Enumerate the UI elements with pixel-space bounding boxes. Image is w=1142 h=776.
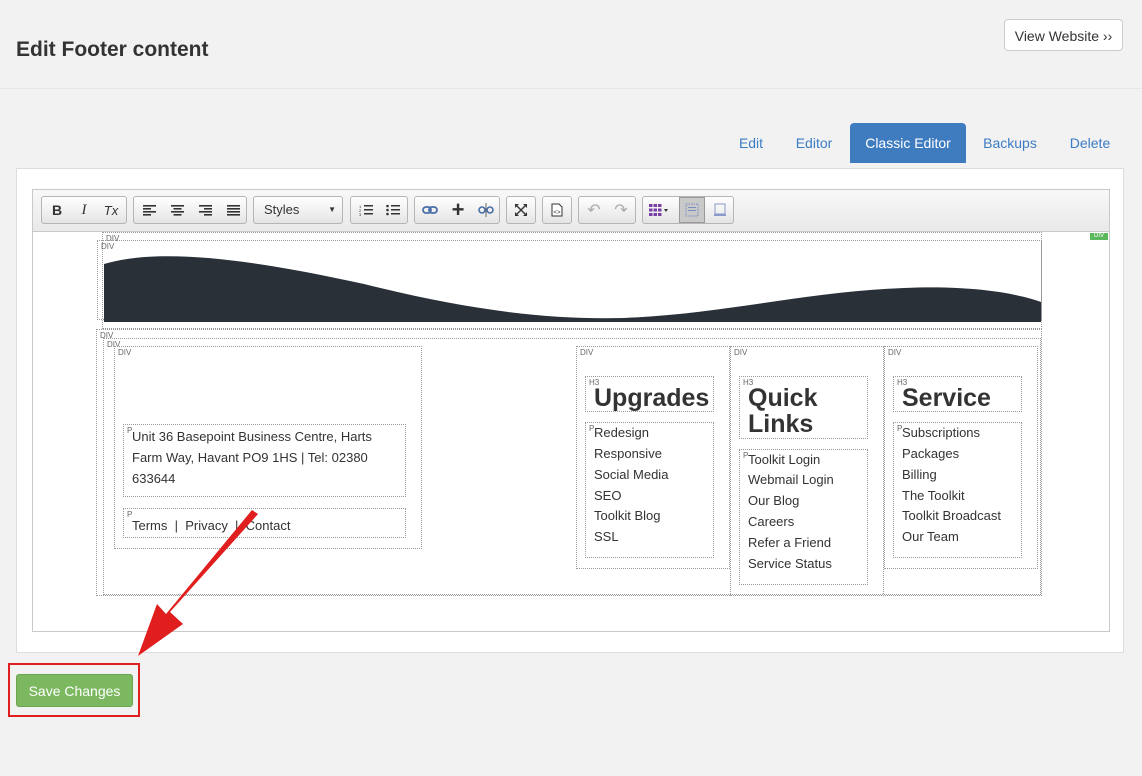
tab-editor[interactable]: Editor bbox=[784, 123, 844, 163]
tab-backups[interactable]: Backups bbox=[974, 123, 1046, 163]
list-item[interactable]: Packages bbox=[902, 444, 959, 464]
styles-dropdown[interactable]: Styles ▼ bbox=[253, 196, 343, 224]
format-group: B I Tx bbox=[41, 196, 127, 224]
list-item[interactable]: Social Media bbox=[594, 465, 668, 485]
quick-links-heading-line-1: Quick bbox=[748, 384, 818, 412]
maximize-group bbox=[506, 196, 536, 224]
list-item[interactable]: Toolkit Login bbox=[748, 450, 820, 470]
view-group bbox=[642, 196, 734, 224]
list-item[interactable]: Subscriptions bbox=[902, 423, 980, 443]
numbered-list-icon[interactable]: 123 bbox=[355, 200, 377, 220]
service-links: P Subscriptions Packages Billing The Too… bbox=[893, 422, 1022, 558]
list-item[interactable]: Billing bbox=[902, 465, 937, 485]
list-item[interactable]: Webmail Login bbox=[748, 470, 834, 490]
link-group: + bbox=[414, 196, 500, 224]
quick-links-heading-line-2: Links bbox=[748, 410, 814, 438]
list-item[interactable]: Responsive bbox=[594, 444, 662, 464]
styles-label: Styles bbox=[264, 202, 300, 217]
address-line-2: Farm Way, Havant PO9 1HS | Tel: 02380 bbox=[132, 450, 368, 465]
list-item[interactable]: Our Team bbox=[902, 527, 959, 547]
list-item[interactable]: Redesign bbox=[594, 423, 649, 443]
upgrades-links: P Redesign Responsive Social Media SEO T… bbox=[585, 422, 714, 558]
quick-links-heading-block: H3 Quick Links bbox=[739, 376, 868, 439]
remove-format-icon[interactable]: Tx bbox=[100, 200, 122, 220]
view-website-button[interactable]: View Website ›› bbox=[1004, 19, 1123, 51]
source-group: <> bbox=[542, 196, 572, 224]
list-item[interactable]: Refer a Friend bbox=[748, 533, 831, 553]
svg-text:<>: <> bbox=[554, 210, 562, 216]
editor-toolbar: B I Tx Styles ▼ 123 + <> ↶ ↷ bbox=[33, 190, 1109, 232]
list-item[interactable]: Careers bbox=[748, 512, 794, 532]
show-blocks-icon[interactable] bbox=[679, 197, 705, 223]
align-justify-icon[interactable] bbox=[222, 200, 244, 220]
block-tag: DIV bbox=[101, 242, 115, 251]
upgrades-heading: Upgrades bbox=[594, 384, 710, 412]
bulleted-list-icon[interactable] bbox=[382, 200, 404, 220]
upgrades-heading-block: H3 Upgrades bbox=[585, 376, 714, 412]
anchor-icon[interactable]: + bbox=[447, 197, 469, 222]
page-title: Edit Footer content bbox=[16, 38, 209, 61]
list-item[interactable]: Our Blog bbox=[748, 491, 799, 511]
unlink-icon[interactable] bbox=[475, 200, 497, 220]
list-item[interactable]: SSL bbox=[594, 527, 619, 547]
align-center-icon[interactable] bbox=[166, 200, 188, 220]
address-paragraph: P Unit 36 Basepoint Business Centre, Har… bbox=[123, 424, 406, 497]
quick-links-links: P Toolkit Login Webmail Login Our Blog C… bbox=[739, 449, 868, 585]
tab-edit[interactable]: Edit bbox=[727, 123, 775, 163]
tab-delete[interactable]: Delete bbox=[1060, 123, 1120, 163]
list-item[interactable]: The Toolkit bbox=[902, 486, 965, 506]
block-tag: DIV bbox=[580, 348, 594, 357]
bold-icon[interactable]: B bbox=[46, 200, 68, 220]
address-line-3: 633644 bbox=[132, 471, 176, 486]
block-tag: DIV bbox=[888, 348, 902, 357]
table-icon[interactable] bbox=[647, 200, 673, 220]
save-changes-button[interactable]: Save Changes bbox=[16, 674, 133, 707]
editor-content[interactable]: DIV DIV DIV DIV DIV DIV P Unit 36 Basepo… bbox=[33, 232, 1109, 631]
div-badge: DIV bbox=[1090, 233, 1108, 240]
list-item[interactable]: Toolkit Blog bbox=[594, 506, 660, 526]
service-heading-block: H3 Service bbox=[893, 376, 1022, 412]
alignment-group bbox=[133, 196, 247, 224]
block-tag: DIV bbox=[734, 348, 748, 357]
rich-text-editor[interactable]: B I Tx Styles ▼ 123 + <> ↶ ↷ DIV DIV DIV… bbox=[32, 189, 1110, 632]
list-item[interactable]: Service Status bbox=[748, 554, 832, 574]
svg-text:3: 3 bbox=[359, 212, 362, 216]
link-icon[interactable] bbox=[419, 200, 441, 220]
list-item[interactable]: SEO bbox=[594, 486, 621, 506]
preview-icon[interactable] bbox=[709, 200, 731, 220]
chevron-down-icon: ▼ bbox=[328, 205, 336, 214]
redo-icon[interactable]: ↷ bbox=[610, 200, 632, 220]
history-group: ↶ ↷ bbox=[578, 196, 636, 224]
align-right-icon[interactable] bbox=[194, 200, 216, 220]
service-heading: Service bbox=[902, 384, 991, 412]
page-header: Edit Footer content View Website ›› bbox=[0, 0, 1142, 89]
undo-icon[interactable]: ↶ bbox=[583, 200, 605, 220]
tab-classic-editor[interactable]: Classic Editor bbox=[850, 123, 966, 163]
address-line-1: Unit 36 Basepoint Business Centre, Harts bbox=[132, 429, 372, 444]
list-group: 123 bbox=[350, 196, 408, 224]
source-icon[interactable]: <> bbox=[546, 200, 568, 220]
italic-icon[interactable]: I bbox=[73, 200, 95, 220]
wave-graphic bbox=[104, 256, 1041, 322]
align-left-icon[interactable] bbox=[138, 200, 160, 220]
block-tag: DIV bbox=[118, 348, 132, 357]
legal-paragraph: P Terms | Privacy | Contact bbox=[123, 508, 406, 538]
maximize-icon[interactable] bbox=[510, 200, 532, 220]
list-item[interactable]: Toolkit Broadcast bbox=[902, 506, 1001, 526]
legal-links[interactable]: Terms | Privacy | Contact bbox=[132, 515, 290, 536]
